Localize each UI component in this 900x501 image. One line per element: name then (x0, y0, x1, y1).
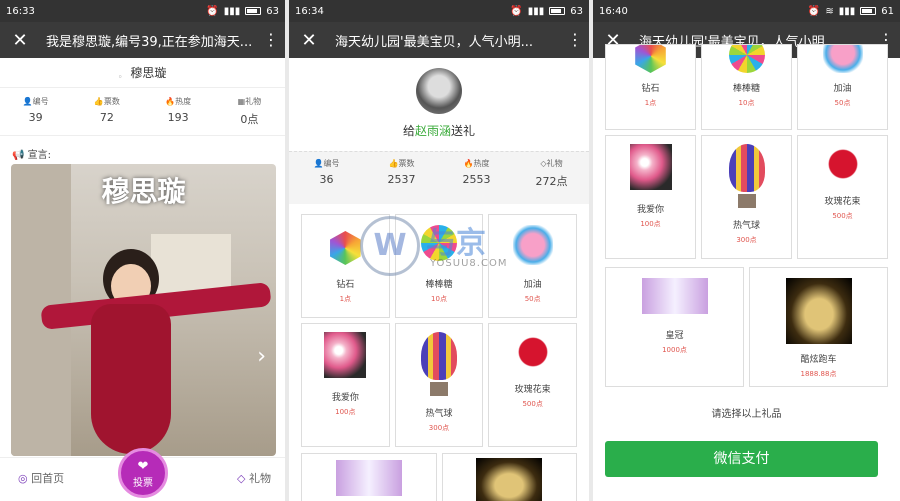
target-icon: ◎ (18, 472, 28, 485)
photo-caption: 穆思璇 (101, 175, 186, 208)
crown-icon (641, 278, 708, 314)
status-bar: 16:40 ⏰ ≋ ▮▮▮ 61 (593, 0, 900, 22)
battery-icon (549, 7, 566, 15)
balloon-basket-icon (737, 194, 756, 208)
gift-item-balloon[interactable]: 热气球 300点 (701, 135, 792, 259)
home-button[interactable]: ◎ 回首页 (18, 470, 64, 486)
bottom-nav: ◎ 回首页 ❤ 投票 ◇ 礼物 (0, 448, 285, 501)
more-menu-icon[interactable]: ⋮ (567, 32, 583, 48)
more-menu-icon[interactable]: ⋮ (263, 32, 279, 48)
page-title: 我是穆思璇,编号39,正在参加海天... (46, 34, 253, 50)
gift-grid-row3 (289, 447, 589, 501)
hot-air-balloon-icon (728, 144, 765, 192)
stat-number: 👤编号 36 (313, 159, 340, 186)
rose-bouquet-icon (513, 336, 552, 368)
gift-grid: 钻石 1点 棒棒糖 10点 加油 50点 我爱你 100点 热气球 300点 玫瑰花束 50… (593, 44, 900, 259)
vote-button[interactable]: ❤ 投票 (118, 448, 168, 498)
stat-votes: 👍票数 2537 (387, 159, 416, 186)
close-icon[interactable]: ✕ (297, 30, 321, 51)
sportscar-icon (476, 458, 543, 501)
stat-gifts: ◇礼物 272点 (535, 159, 568, 188)
gift-item-balloon[interactable]: 热气球 300点 (394, 323, 484, 447)
gift-grid-row3: 皇冠 1000点 酷炫跑车 1888.88点 (593, 259, 900, 387)
balloon-basket-icon (429, 382, 448, 396)
status-time: 16:33 (6, 5, 35, 17)
select-gift-hint: 请选择以上礼品 (711, 409, 782, 420)
wechat-pay-button[interactable]: 微信支付 (605, 441, 878, 477)
megaphone-icon: 📢 (12, 150, 25, 161)
gift-grid: 钻石 1点 棒棒糖 10点 加油 50点 我爱你 100点 热气球 300点 玫瑰花束 50… (289, 204, 589, 447)
page-title: 海天幼儿园'最美宝贝，人气小明... (335, 34, 533, 50)
signal-icon: ▮▮▮ (838, 5, 856, 17)
title-bar: ✕ 我是穆思璇,编号39,正在参加海天... ⋮ (0, 22, 285, 58)
gift-item-diamond[interactable]: 钻石 1点 (301, 214, 390, 318)
phone-screen-2: 16:34 ⏰ ▮▮▮ 63 ✕ 海天幼儿园'最美宝贝，人气小明... ⋮ 给赵雨涵… (289, 0, 589, 501)
battery-icon (860, 7, 877, 15)
sportscar-icon (785, 278, 852, 344)
rose-bouquet-icon (823, 148, 862, 180)
gift-item-cheer[interactable]: 加油 50点 (797, 44, 888, 130)
signal-icon: ▮▮▮ (527, 5, 545, 17)
gift-item-love[interactable]: 我爱你 100点 (301, 323, 390, 447)
cheer-icon (822, 45, 863, 73)
next-photo-icon[interactable]: › (257, 344, 266, 369)
stats-row: 👤编号 36 👍票数 2537 🔥热度 2553 ◇礼物 272点 (289, 151, 589, 196)
lollipop-icon (420, 225, 457, 261)
battery-level: 63 (266, 5, 279, 17)
gift-item-diamond[interactable]: 钻石 1点 (605, 44, 696, 130)
stat-gifts: ▦礼物 0点 (237, 97, 262, 126)
flower-box-icon (324, 332, 367, 378)
battery-icon (245, 7, 262, 15)
status-time: 16:34 (295, 5, 324, 17)
phone-screen-3: 16:40 ⏰ ≋ ▮▮▮ 61 ✕ 海天幼儿园'最美宝贝，人气小明... ⋮ 钻石 1… (593, 0, 900, 501)
hot-air-balloon-icon (420, 332, 457, 380)
gift-item-roses[interactable]: 玫瑰花束 500点 (797, 135, 888, 259)
battery-level: 61 (881, 5, 894, 17)
wifi-icon: ≋ (825, 5, 834, 17)
gift-item-lollipop[interactable]: 棒棒糖 10点 (701, 44, 792, 130)
alarm-icon: ⏰ (807, 5, 821, 17)
diamond-gem-icon (330, 231, 361, 265)
crown-icon (335, 460, 402, 496)
stats-row: 👤编号 39 👍票数 72 🔥热度 193 ▦礼物 0点 (0, 88, 285, 136)
gift-item-cheer[interactable]: 加油 50点 (488, 214, 577, 318)
contestant-name: 。 穆思璇 (0, 58, 285, 88)
cheer-icon (512, 225, 553, 265)
gift-item-crown[interactable] (301, 453, 437, 501)
gift-recipient: 给赵雨涵送礼 (402, 124, 476, 138)
gift-item-sportscar[interactable] (441, 453, 577, 501)
contestant-photo[interactable]: 穆思璇 › (11, 164, 276, 456)
gift-item-crown[interactable]: 皇冠 1000点 (605, 267, 744, 387)
diamond-gem-icon (635, 45, 666, 73)
title-bar: ✕ 海天幼儿园'最美宝贝，人气小明... ⋮ (289, 22, 589, 58)
gift-item-roses[interactable]: 玫瑰花束 500点 (488, 323, 577, 447)
gift-button[interactable]: ◇ 礼物 (237, 470, 271, 486)
flower-box-icon (629, 144, 672, 190)
battery-level: 63 (570, 5, 583, 17)
signal-icon: ▮▮▮ (223, 5, 241, 17)
status-bar: 16:33 ⏰ ▮▮▮ 63 (0, 0, 285, 22)
stat-number: 👤编号 39 (22, 97, 49, 124)
diamond-icon: ◇ (237, 472, 246, 485)
status-time: 16:40 (599, 5, 628, 17)
alarm-icon: ⏰ (206, 5, 219, 17)
status-bar: 16:34 ⏰ ▮▮▮ 63 (289, 0, 589, 22)
stat-votes: 👍票数 72 (93, 97, 120, 124)
avatar (416, 68, 462, 114)
phone-screen-1: 16:33 ⏰ ▮▮▮ 63 ✕ 我是穆思璇,编号39,正在参加海天... ⋮ 。 … (0, 0, 285, 501)
alarm-icon: ⏰ (510, 5, 523, 17)
gift-item-love[interactable]: 我爱你 100点 (605, 135, 696, 259)
lollipop-icon (728, 45, 765, 73)
stat-heat: 🔥热度 2553 (462, 159, 491, 186)
gift-item-sportscar[interactable]: 酷炫跑车 1888.88点 (749, 267, 888, 387)
gift-item-lollipop[interactable]: 棒棒糖 10点 (394, 214, 484, 318)
heart-icon: ❤ (137, 459, 149, 474)
stat-heat: 🔥热度 193 (165, 97, 192, 124)
close-icon[interactable]: ✕ (8, 30, 32, 51)
